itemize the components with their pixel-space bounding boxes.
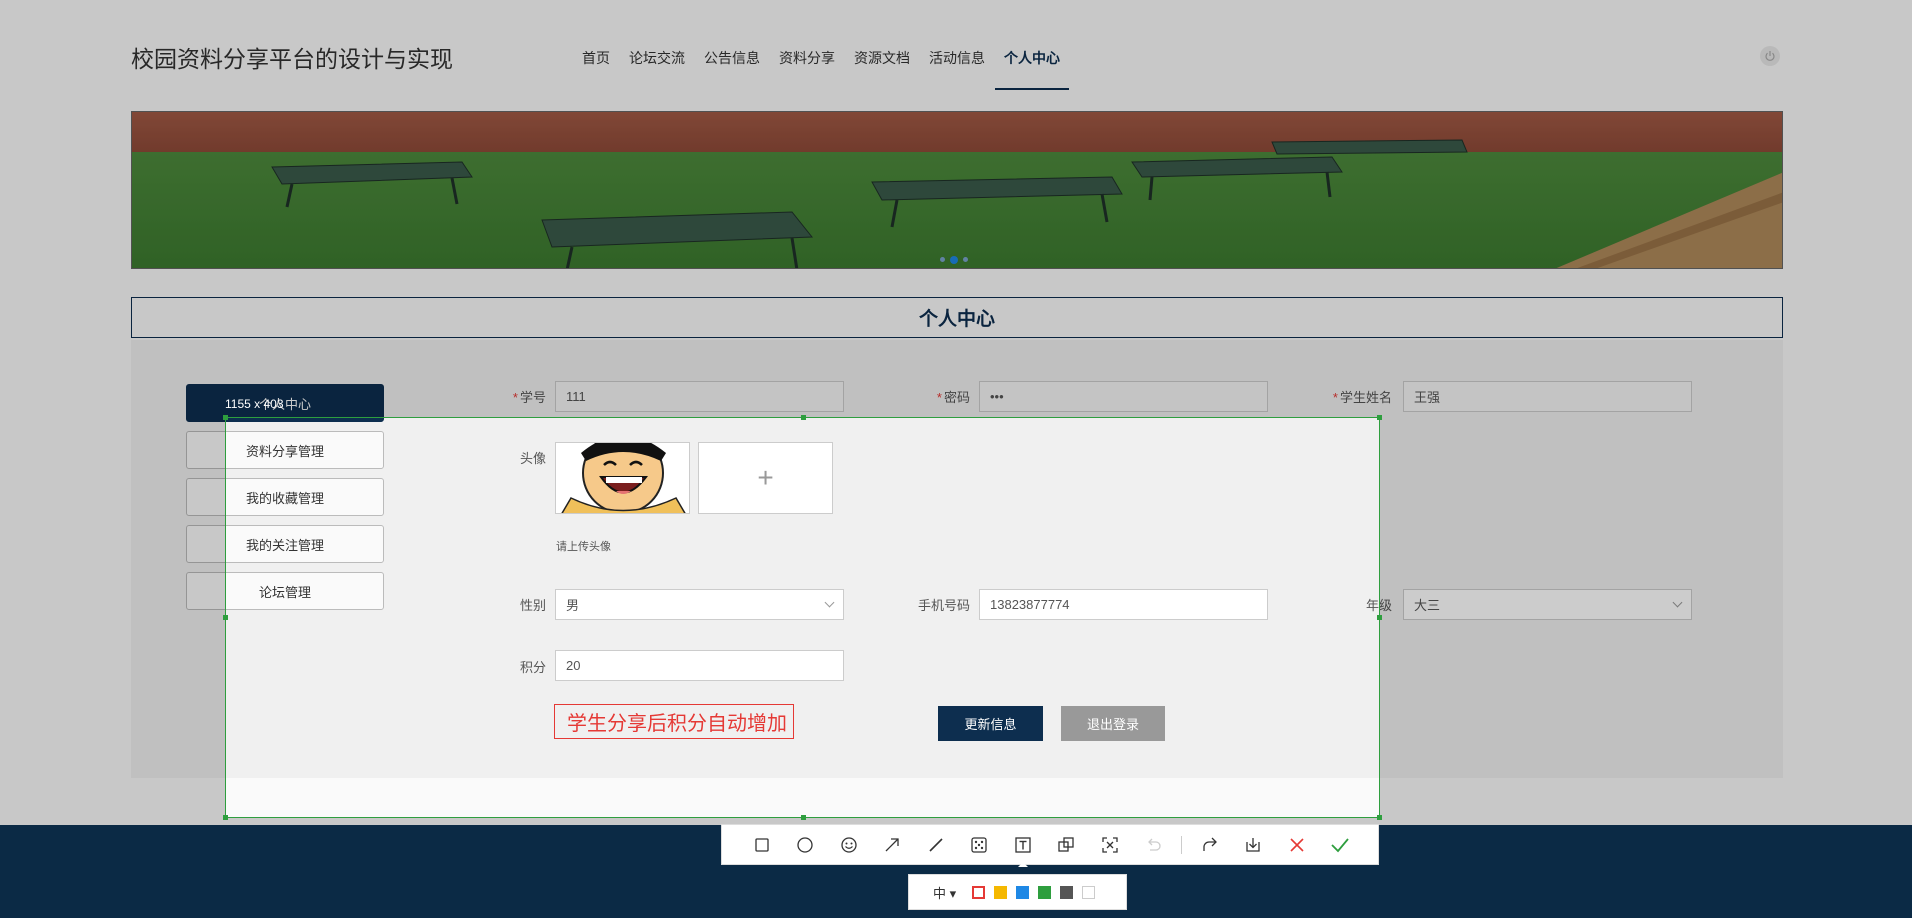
confirm-icon[interactable]: [1319, 830, 1363, 860]
resize-handle[interactable]: [1377, 815, 1382, 820]
color-swatch-gray[interactable]: [1060, 885, 1074, 899]
font-size-select[interactable]: 中 ▾: [933, 883, 956, 902]
resize-handle[interactable]: [1377, 615, 1382, 620]
resize-handle[interactable]: [223, 815, 228, 820]
toolbar-divider: [1181, 835, 1182, 854]
share-icon[interactable]: [1188, 830, 1232, 860]
color-swatch-white[interactable]: [1082, 885, 1096, 899]
color-swatch-red[interactable]: [972, 885, 986, 899]
undo-icon[interactable]: [1132, 830, 1176, 860]
annotation-text-box[interactable]: 学生分享后积分自动增加: [554, 704, 794, 739]
capture-dim-left: [0, 417, 225, 818]
font-size-value: 中: [933, 885, 947, 901]
download-icon[interactable]: [1232, 830, 1276, 860]
resize-handle[interactable]: [223, 615, 228, 620]
resize-handle[interactable]: [801, 815, 806, 820]
rectangle-icon[interactable]: [740, 830, 784, 860]
color-swatch-yellow[interactable]: [994, 885, 1008, 899]
selection-size-readout: 1155 x 403: [225, 397, 284, 411]
line-icon[interactable]: [914, 830, 958, 860]
emoji-icon[interactable]: [827, 830, 871, 860]
text-icon[interactable]: [1001, 830, 1045, 867]
mosaic-icon[interactable]: [958, 830, 1002, 860]
cancel-icon[interactable]: [1275, 830, 1319, 860]
arrow-icon[interactable]: [871, 830, 915, 860]
resize-handle[interactable]: [801, 415, 806, 420]
capture-dim-top: [0, 0, 1912, 417]
resize-handle[interactable]: [1377, 415, 1382, 420]
ocr-icon[interactable]: [1088, 830, 1132, 860]
capture-dim-right: [1380, 417, 1912, 818]
color-swatch-green[interactable]: [1038, 885, 1052, 899]
capture-selection[interactable]: [223, 415, 1382, 820]
color-swatch-blue[interactable]: [1016, 885, 1030, 899]
resize-handle[interactable]: [223, 415, 228, 420]
text-style-bar: 中 ▾: [908, 874, 1127, 910]
circle-icon[interactable]: [784, 830, 828, 860]
capture-toolbar: [721, 824, 1379, 867]
copy-icon[interactable]: [1045, 830, 1089, 860]
